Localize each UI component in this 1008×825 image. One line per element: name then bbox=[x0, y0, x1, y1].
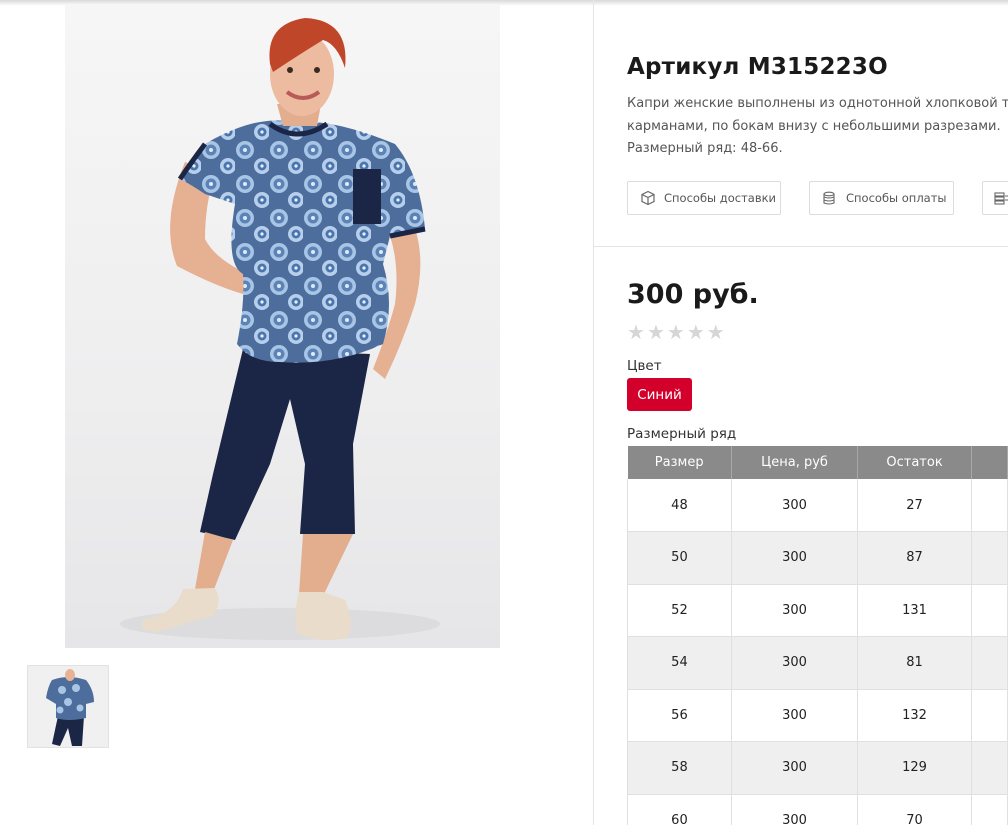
extra-cell[interactable] bbox=[970, 531, 1008, 585]
column-header-extra bbox=[971, 446, 1008, 479]
column-header-size: Размер bbox=[627, 446, 732, 479]
table-row: 50 300 87 bbox=[627, 531, 1008, 585]
price-cell: 300 bbox=[730, 531, 859, 585]
size-cell: 52 bbox=[627, 584, 732, 637]
column-divider bbox=[593, 0, 594, 825]
extra-cell[interactable] bbox=[970, 689, 1008, 742]
stock-cell: 70 bbox=[857, 794, 972, 825]
star-icon[interactable]: ★ bbox=[647, 320, 665, 344]
description-line: карманами, по бокам внизу с небольшими р… bbox=[627, 118, 1001, 134]
color-label: Цвет bbox=[627, 358, 662, 374]
product-main-image[interactable] bbox=[65, 4, 500, 648]
price-cell: 300 bbox=[730, 479, 859, 532]
delivery-methods-button[interactable]: Способы доставки bbox=[627, 181, 781, 215]
extra-cell[interactable] bbox=[970, 794, 1008, 825]
table-row: 54 300 81 bbox=[627, 636, 1008, 690]
price-cell: 300 bbox=[730, 741, 859, 795]
extra-cell[interactable] bbox=[970, 584, 1008, 637]
size-cell: 48 bbox=[627, 479, 732, 532]
size-table: Размер Цена, руб Остаток 48 300 27 50 30… bbox=[627, 446, 1008, 825]
payment-methods-button[interactable]: Способы оплаты bbox=[809, 181, 954, 215]
coins-icon bbox=[823, 191, 835, 205]
size-cell: 50 bbox=[627, 531, 732, 585]
extra-cell[interactable] bbox=[970, 636, 1008, 690]
table-row: 48 300 27 bbox=[627, 479, 1008, 532]
star-icon[interactable]: ★ bbox=[667, 320, 685, 344]
section-divider bbox=[594, 246, 1008, 247]
product-price: 300 руб. bbox=[627, 279, 759, 310]
delivery-methods-label: Способы доставки bbox=[664, 191, 777, 205]
stock-cell: 87 bbox=[857, 531, 972, 585]
star-icon[interactable]: ★ bbox=[687, 320, 705, 344]
star-icon[interactable]: ★ bbox=[707, 320, 725, 344]
thumbnail-illustration bbox=[28, 666, 108, 747]
product-description: Капри женские выполнены из однотонной хл… bbox=[627, 93, 1008, 161]
size-cell: 58 bbox=[627, 741, 732, 795]
product-title: Артикул М315223О bbox=[627, 54, 888, 80]
table-row: 56 300 132 bbox=[627, 689, 1008, 742]
size-table-header: Размер Цена, руб Остаток bbox=[627, 446, 1008, 479]
price-cell: 300 bbox=[730, 794, 859, 825]
table-row: 52 300 131 bbox=[627, 584, 1008, 637]
stack-icon bbox=[994, 192, 1008, 205]
stock-cell: 81 bbox=[857, 636, 972, 690]
box-icon bbox=[641, 190, 655, 206]
size-cell: 56 bbox=[627, 689, 732, 742]
size-range-label: Размерный ряд bbox=[627, 426, 737, 442]
price-cell: 300 bbox=[730, 636, 859, 690]
extra-cell[interactable] bbox=[970, 741, 1008, 795]
stock-cell: 132 bbox=[857, 689, 972, 742]
stock-cell: 27 bbox=[857, 479, 972, 532]
price-cell: 300 bbox=[730, 689, 859, 742]
product-thumbnail[interactable] bbox=[27, 665, 109, 748]
table-row: 60 300 70 bbox=[627, 794, 1008, 825]
product-photo-illustration bbox=[120, 18, 440, 640]
size-cell: 54 bbox=[627, 636, 732, 690]
stock-cell: 131 bbox=[857, 584, 972, 637]
rating-stars[interactable]: ★ ★ ★ ★ ★ bbox=[627, 320, 725, 344]
description-line: Размерный ряд: 48-66. bbox=[627, 141, 783, 156]
table-row: 58 300 129 bbox=[627, 741, 1008, 795]
price-cell: 300 bbox=[730, 584, 859, 637]
column-header-price: Цена, руб bbox=[731, 446, 859, 479]
size-cell: 60 bbox=[627, 794, 732, 825]
extra-cell[interactable] bbox=[970, 479, 1008, 532]
column-header-stock: Остаток bbox=[857, 446, 972, 479]
stock-cell: 129 bbox=[857, 741, 972, 795]
star-icon[interactable]: ★ bbox=[627, 320, 645, 344]
payment-methods-label: Способы оплаты bbox=[846, 191, 947, 205]
color-option-blue[interactable]: Синий bbox=[627, 378, 692, 411]
more-info-button[interactable] bbox=[982, 181, 1008, 215]
description-line: Капри женские выполнены из однотонной хл… bbox=[627, 96, 1008, 111]
